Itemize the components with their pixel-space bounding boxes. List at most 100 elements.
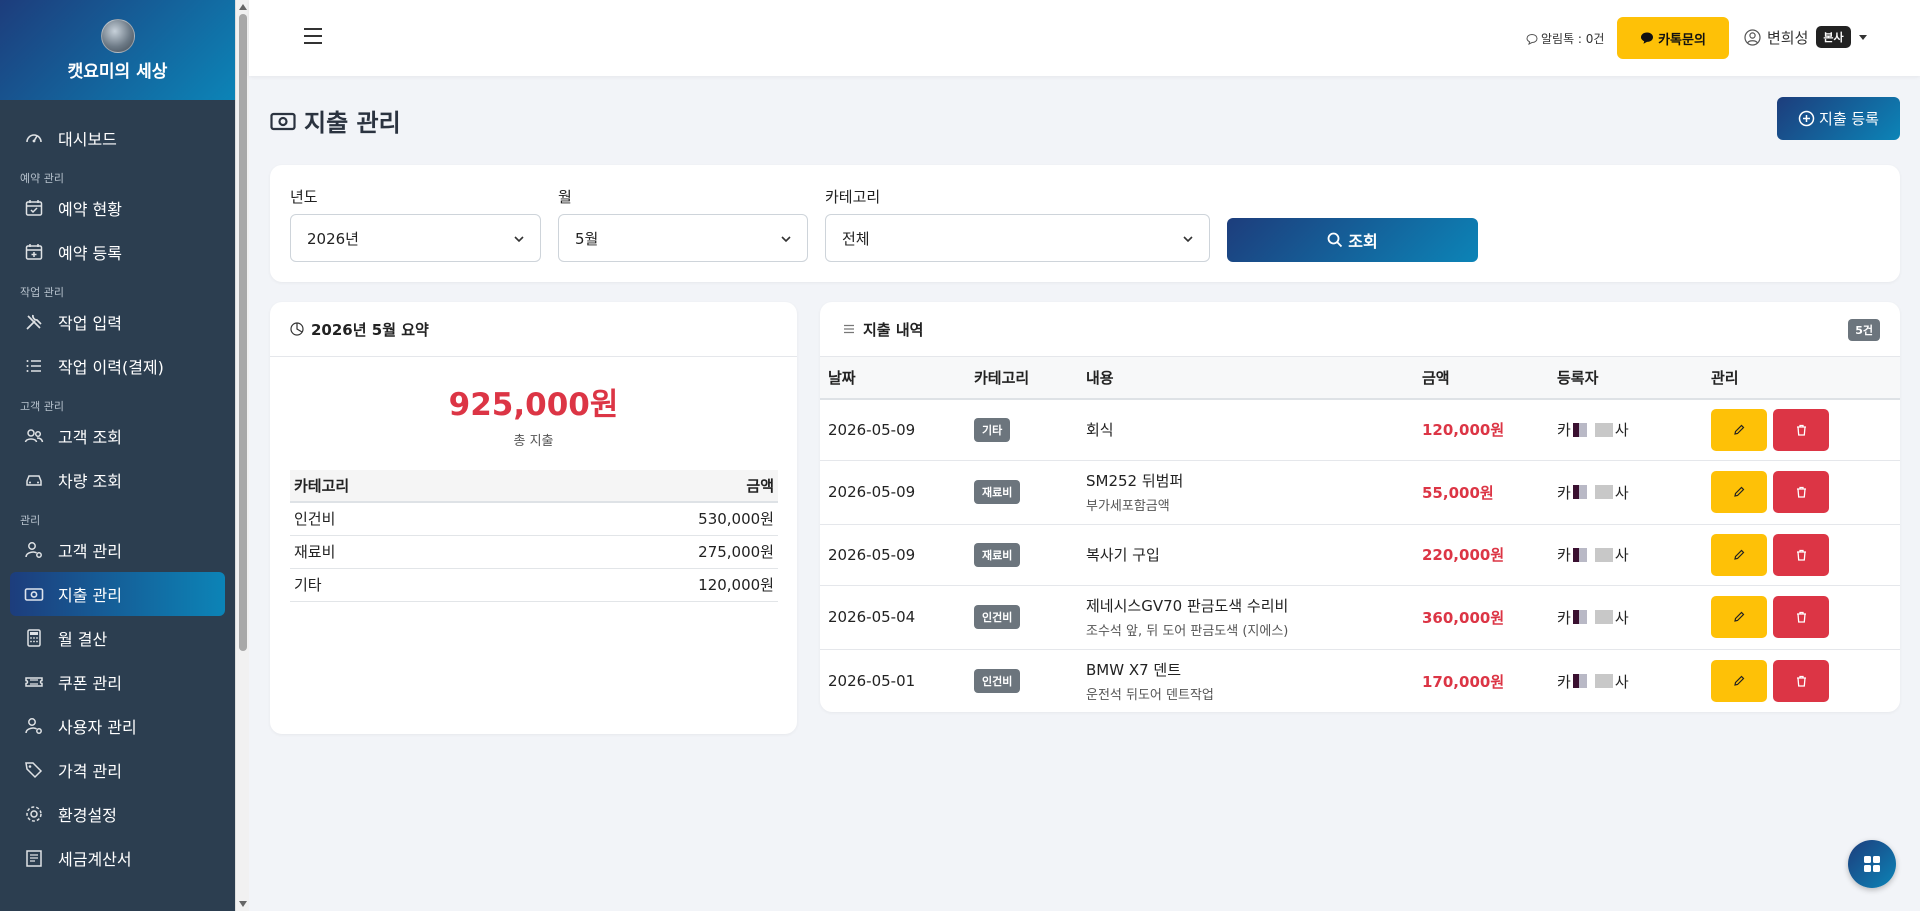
chat-icon <box>1526 33 1538 45</box>
user-circle-icon <box>1744 28 1761 46</box>
expense-registrant: 카사 <box>1549 460 1703 525</box>
car-icon <box>26 475 42 486</box>
search-button[interactable]: 조회 <box>1227 218 1478 262</box>
delete-button[interactable] <box>1773 533 1829 576</box>
calendar-plus-icon <box>25 244 43 260</box>
expense-date: 2026-05-04 <box>820 585 966 650</box>
summary-category: 재료비 <box>290 535 500 569</box>
user-menu[interactable]: 변희성 본사 <box>1744 26 1867 48</box>
pencil-icon <box>1734 549 1745 560</box>
expense-desc-cell: 복사기 구입 <box>1078 524 1414 586</box>
column-header: 등록자 <box>1549 357 1703 400</box>
trash-icon <box>1796 675 1806 687</box>
expense-list-title: 지출 내역 <box>863 320 924 339</box>
expense-desc-sub: 부가세포함금액 <box>1086 499 1170 514</box>
year-label: 년도 <box>290 188 318 206</box>
sidebar-item-label: 환경설정 <box>58 806 117 825</box>
scroll-down-arrow-icon[interactable] <box>239 901 247 907</box>
column-header: 금액 <box>499 470 778 503</box>
user-role-badge: 본사 <box>1816 26 1851 48</box>
expense-amount: 170,000원 <box>1414 649 1549 712</box>
edit-button[interactable] <box>1711 533 1767 576</box>
registrant-name-start: 카 <box>1557 608 1571 627</box>
month-select[interactable]: 5월 <box>558 214 808 262</box>
brand-name: 캣요미의 세상 <box>67 61 168 82</box>
alimtalk-text: 알림톡 : 0건 <box>1541 32 1605 46</box>
expense-desc-cell: SM252 뒤범퍼부가세포함금액 <box>1078 460 1414 525</box>
sidebar-item-vehicle-search[interactable]: 차량 조회 <box>10 458 225 502</box>
sidebar-item-expense-manage[interactable]: 지출 관리 <box>10 572 225 616</box>
expense-actions <box>1703 585 1900 650</box>
edit-button[interactable] <box>1711 408 1767 451</box>
menu-toggle-icon[interactable] <box>304 28 322 44</box>
sidebar-item-settings[interactable]: 환경설정 <box>10 792 225 836</box>
sidebar-item-reservation-register[interactable]: 예약 등록 <box>10 230 225 274</box>
sidebar-item-monthly-settlement[interactable]: 월 결산 <box>10 616 225 660</box>
person-gear-icon <box>25 718 42 734</box>
delete-button[interactable] <box>1773 596 1829 638</box>
sidebar-item-label: 예약 현황 <box>58 200 122 219</box>
filter-card: 년도 2026년 월 5월 카테고리 전체 조회 <box>270 165 1900 282</box>
delete-button[interactable] <box>1773 408 1829 451</box>
sidebar-item-work-input[interactable]: 작업 입력 <box>10 300 225 344</box>
sidebar-item-reservation-status[interactable]: 예약 현황 <box>10 186 225 230</box>
sidebar: 캣요미의 세상 대시보드 예약 관리 예약 현황 예약 등록 작업 관리 작업 … <box>0 0 235 911</box>
trash-icon <box>1796 486 1806 498</box>
sidebar-item-customer-search[interactable]: 고객 조회 <box>10 414 225 458</box>
quick-menu-button[interactable] <box>1848 840 1896 888</box>
sidebar-item-label: 고객 관리 <box>58 542 122 561</box>
scroll-up-arrow-icon[interactable] <box>239 4 247 10</box>
year-select[interactable]: 2026년 <box>290 214 541 262</box>
expense-amount: 220,000원 <box>1414 524 1549 586</box>
category-label: 카테고리 <box>825 188 881 206</box>
kakao-inquiry-button[interactable]: 카톡문의 <box>1617 17 1729 59</box>
sidebar-item-dashboard[interactable]: 대시보드 <box>10 116 225 160</box>
expense-amount: 55,000원 <box>1414 460 1549 525</box>
expense-registrant: 카사 <box>1549 585 1703 650</box>
kakao-inquiry-label: 카톡문의 <box>1658 32 1706 48</box>
sidebar-item-label: 월 결산 <box>58 630 108 649</box>
expense-category-cell: 인건비 <box>966 649 1078 712</box>
chat-fill-icon <box>1641 32 1654 44</box>
delete-button[interactable] <box>1773 471 1829 513</box>
calendar-check-icon <box>25 200 43 216</box>
registrant-name-end: 사 <box>1614 483 1629 502</box>
trash-icon <box>1796 424 1806 436</box>
expense-category-cell: 기타 <box>966 399 1078 461</box>
sidebar-item-label: 작업 입력 <box>58 314 122 333</box>
expense-desc: SM252 뒤범퍼 <box>1086 472 1184 490</box>
brand[interactable]: 캣요미의 세상 <box>0 0 235 100</box>
category-badge: 기타 <box>974 417 1011 442</box>
expense-amount: 360,000원 <box>1414 585 1549 650</box>
delete-button[interactable] <box>1773 660 1829 702</box>
sidebar-item-customer-manage[interactable]: 고객 관리 <box>10 528 225 572</box>
sidebar-item-price-manage[interactable]: 가격 관리 <box>10 748 225 792</box>
category-select[interactable]: 전체 <box>825 214 1210 262</box>
gear-icon <box>26 806 42 822</box>
add-expense-button[interactable]: 지출 등록 <box>1777 97 1900 140</box>
list-icon <box>844 324 854 334</box>
scrollbar-thumb[interactable] <box>239 14 247 651</box>
sidebar-item-label: 세금계산서 <box>58 850 132 869</box>
sidebar-item-tax-invoice[interactable]: 세금계산서 <box>10 836 225 880</box>
sidebar-item-coupon-manage[interactable]: 쿠폰 관리 <box>10 660 225 704</box>
expense-list-header: 지출 내역 5건 <box>820 302 1900 357</box>
table-row: 2026-05-09 기타 회식 120,000원 카사 <box>820 399 1900 461</box>
summary-category: 인건비 <box>290 502 500 536</box>
expense-date: 2026-05-09 <box>820 460 966 525</box>
category-badge: 인건비 <box>974 669 1021 693</box>
category-badge: 재료비 <box>974 480 1021 504</box>
sidebar-item-label: 작업 이력(결제) <box>58 358 164 377</box>
edit-button[interactable] <box>1711 660 1767 702</box>
cash-icon <box>24 588 44 601</box>
summary-title: 2026년 5월 요약 <box>311 320 429 339</box>
edit-button[interactable] <box>1711 596 1767 638</box>
expense-registrant: 카사 <box>1549 524 1703 586</box>
expense-desc: 복사기 구입 <box>1086 546 1160 564</box>
sidebar-nav: 대시보드 예약 관리 예약 현황 예약 등록 작업 관리 작업 입력 작업 이력… <box>0 100 235 880</box>
sidebar-scrollbar[interactable] <box>235 0 249 911</box>
sidebar-item-work-history[interactable]: 작업 이력(결제) <box>10 344 225 388</box>
sidebar-item-user-manage[interactable]: 사용자 관리 <box>10 704 225 748</box>
edit-button[interactable] <box>1711 471 1767 513</box>
trash-icon <box>1796 549 1806 561</box>
